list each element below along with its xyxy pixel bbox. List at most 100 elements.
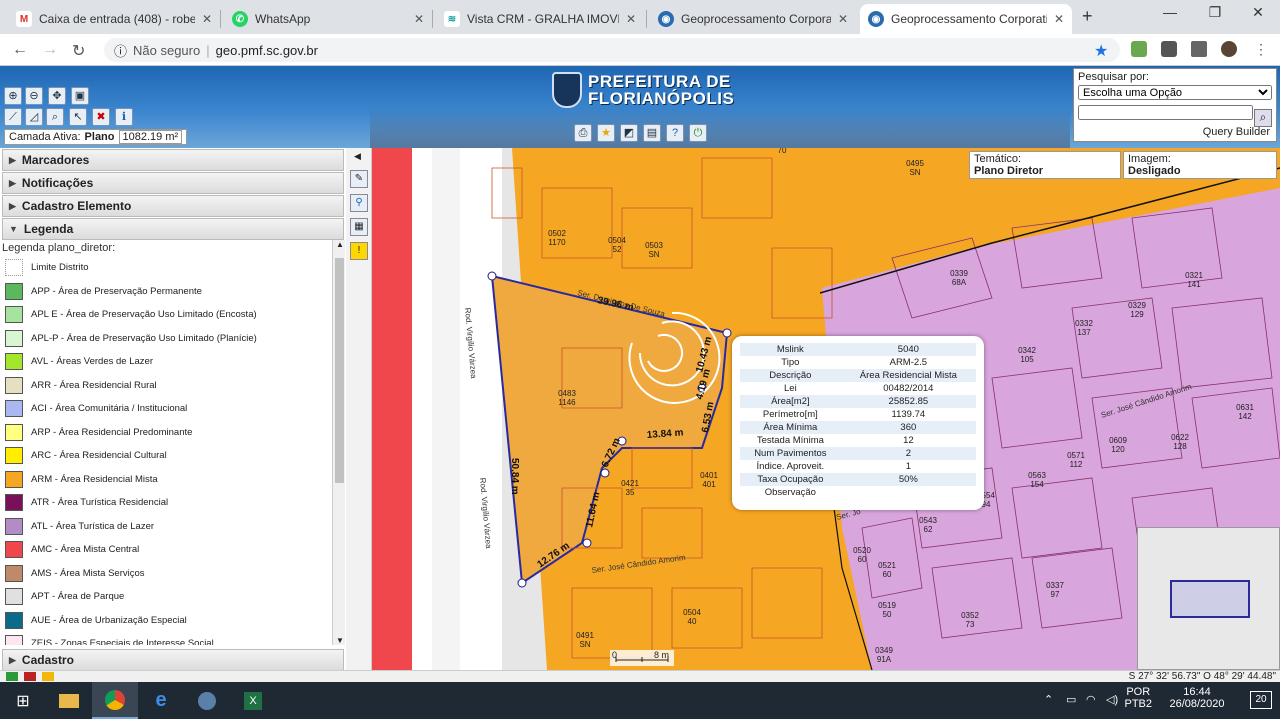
minimize-icon[interactable]: —	[1150, 4, 1190, 20]
clear-icon[interactable]: ✖	[92, 108, 110, 126]
maximize-icon[interactable]: ❐	[1195, 4, 1235, 21]
attribute-value: ARM-2.5	[889, 357, 928, 368]
legend-label: ATR - Área Turística Residencial	[31, 497, 169, 509]
notification-center-icon[interactable]: 20	[1250, 691, 1272, 709]
feature-attributes-table: Mslink 5040 Tipo ARM-2.5 Descrição Área Resid…	[740, 343, 976, 499]
close-tab-icon[interactable]: ✕	[1054, 12, 1064, 26]
measure-area-icon[interactable]: ◿	[25, 108, 43, 126]
parcel-label: 0483	[558, 389, 576, 398]
parcel-label: 154	[1030, 480, 1044, 489]
app-icon[interactable]	[184, 682, 230, 719]
parcel-label: 70	[778, 148, 787, 155]
profile-avatar[interactable]	[1221, 41, 1237, 57]
attribute-value	[841, 486, 976, 499]
new-tab-button[interactable]: +	[1082, 6, 1093, 27]
notes-icon[interactable]: ▦	[350, 218, 368, 236]
volume-icon[interactable]: ◁)	[1106, 693, 1120, 706]
parcel-label: 0504	[608, 236, 626, 245]
back-icon[interactable]: ←	[12, 41, 28, 59]
warning-icon[interactable]: !	[350, 242, 368, 260]
legend-label: APL E - Área de Preservação Uso Limitado…	[31, 309, 257, 321]
excel-icon[interactable]: X	[230, 682, 276, 719]
close-tab-icon[interactable]: ✕	[626, 12, 636, 26]
legend-scrollbar[interactable]: ▲ ▼	[332, 240, 345, 645]
logout-power-icon[interactable]: ⏻	[689, 124, 707, 142]
scroll-up-icon[interactable]: ▲	[336, 240, 344, 249]
parcel-label: 141	[1187, 280, 1201, 289]
accordion-notificacoes[interactable]: ▶ Notificações	[2, 172, 344, 194]
accordion-marcadores[interactable]: ▶ Marcadores	[2, 149, 344, 171]
chrome-icon[interactable]	[92, 682, 138, 719]
overview-extent-box[interactable]	[1170, 580, 1250, 618]
tab-vista-crm[interactable]: ≋ Vista CRM - GRALHA IMOVEIS ✕	[436, 4, 644, 34]
file-explorer-icon[interactable]	[46, 682, 92, 719]
url-field[interactable]: ⓘ Não seguro | geo.pmf.sc.gov.br	[104, 38, 1120, 62]
reload-icon[interactable]: ↻	[72, 41, 85, 61]
browser-tab-bar: M Caixa de entrada (408) - robert ✕ ✆ Wh…	[0, 0, 1280, 34]
edit-tool-icon[interactable]: ✎	[350, 170, 368, 188]
clock[interactable]: 16:44 26/08/2020	[1162, 686, 1232, 710]
zoom-window-icon[interactable]: ⌕	[46, 108, 64, 126]
edit-icon[interactable]: ◩	[620, 124, 638, 142]
accordion-cadastro-elemento[interactable]: ▶ Cadastro Elemento	[2, 195, 344, 217]
close-tab-icon[interactable]: ✕	[202, 12, 212, 26]
show-hidden-icon[interactable]: ⌃	[1044, 693, 1058, 706]
bookmark-star-icon[interactable]: ★	[1094, 41, 1108, 61]
wifi-icon[interactable]: ◠	[1086, 693, 1100, 706]
extension-inbox-icon[interactable]	[1131, 41, 1147, 57]
language-indicator[interactable]: POR PTB2	[1124, 686, 1152, 710]
legend-item: ATL - Área Turística de Lazer	[0, 515, 346, 539]
legend-swatch	[5, 306, 23, 324]
tab-whatsapp[interactable]: ✆ WhatsApp ✕	[224, 4, 432, 34]
legend-label: ACI - Área Comunitária / Institucional	[31, 403, 188, 415]
tab-gmail[interactable]: M Caixa de entrada (408) - robert ✕	[8, 4, 220, 34]
extensions-puzzle-icon[interactable]	[1191, 41, 1207, 57]
identify-info-icon[interactable]: ℹ	[115, 108, 133, 126]
search-type-select[interactable]: Escolha uma Opção	[1078, 85, 1272, 100]
close-tab-icon[interactable]: ✕	[414, 12, 424, 26]
location-pin-icon[interactable]: ⚲	[350, 194, 368, 212]
tab-geoprocessamento-active[interactable]: ◉ Geoprocessamento Corporativ ✕	[860, 4, 1072, 34]
scale-bar: 0 8 m	[610, 650, 674, 666]
accordion-legenda[interactable]: ▼ Legenda	[2, 218, 344, 240]
close-window-icon[interactable]: ✕	[1238, 4, 1278, 21]
zoom-out-icon[interactable]: ⊖	[25, 87, 43, 105]
search-icon[interactable]: ⌕	[1254, 109, 1272, 127]
parcel-label: 1170	[548, 238, 566, 247]
extension-camera-icon[interactable]	[1161, 41, 1177, 57]
zoom-in-icon[interactable]: ⊕	[4, 87, 22, 105]
edge-icon[interactable]: e	[138, 682, 184, 719]
select-icon[interactable]: ↖	[69, 108, 87, 126]
search-input[interactable]	[1078, 105, 1253, 120]
layers-icon[interactable]: ▤	[643, 124, 661, 142]
forward-icon[interactable]: →	[42, 41, 58, 59]
collapse-panel-icon[interactable]: ◀	[354, 151, 361, 162]
parcel-label: 0401	[700, 471, 718, 480]
tab-geoprocessamento-1[interactable]: ◉ Geoprocessamento Corporativ ✕	[650, 4, 856, 34]
print-icon[interactable]: ⎙	[574, 124, 592, 142]
globe-icon: ◉	[868, 11, 884, 27]
flag-brazil-icon[interactable]	[6, 672, 18, 681]
scroll-down-icon[interactable]: ▼	[336, 636, 344, 645]
close-tab-icon[interactable]: ✕	[838, 12, 848, 26]
feature-info-popup: Mslink 5040 Tipo ARM-2.5 Descrição Área Resid…	[732, 336, 984, 510]
flag-usa-icon[interactable]	[24, 672, 36, 681]
network-icon[interactable]: ▭	[1066, 693, 1080, 706]
flag-spain-icon[interactable]	[42, 672, 54, 681]
attribute-value: 1	[905, 461, 911, 472]
windows-start-icon[interactable]: ⊞	[0, 682, 46, 719]
menu-dots-icon[interactable]: ⋮	[1254, 41, 1268, 58]
overview-map[interactable]	[1137, 527, 1280, 670]
parcel-label: SN	[648, 250, 659, 259]
parcel-label: 60	[858, 555, 867, 564]
pan-icon[interactable]: ✥	[48, 87, 66, 105]
scrollbar-thumb[interactable]	[335, 258, 344, 483]
query-builder-link[interactable]: Query Builder	[1203, 126, 1270, 138]
accordion-cadastro[interactable]: ▶ Cadastro	[2, 649, 344, 671]
help-icon[interactable]: ?	[666, 124, 684, 142]
favorite-star-icon[interactable]: ★	[597, 124, 615, 142]
measure-line-icon[interactable]: ⟋	[4, 108, 22, 126]
full-extent-icon[interactable]: ▣	[71, 87, 89, 105]
info-icon[interactable]: ⓘ	[114, 41, 127, 60]
legend-label: APL-P - Área de Preservação Uso Limitado…	[31, 332, 257, 344]
